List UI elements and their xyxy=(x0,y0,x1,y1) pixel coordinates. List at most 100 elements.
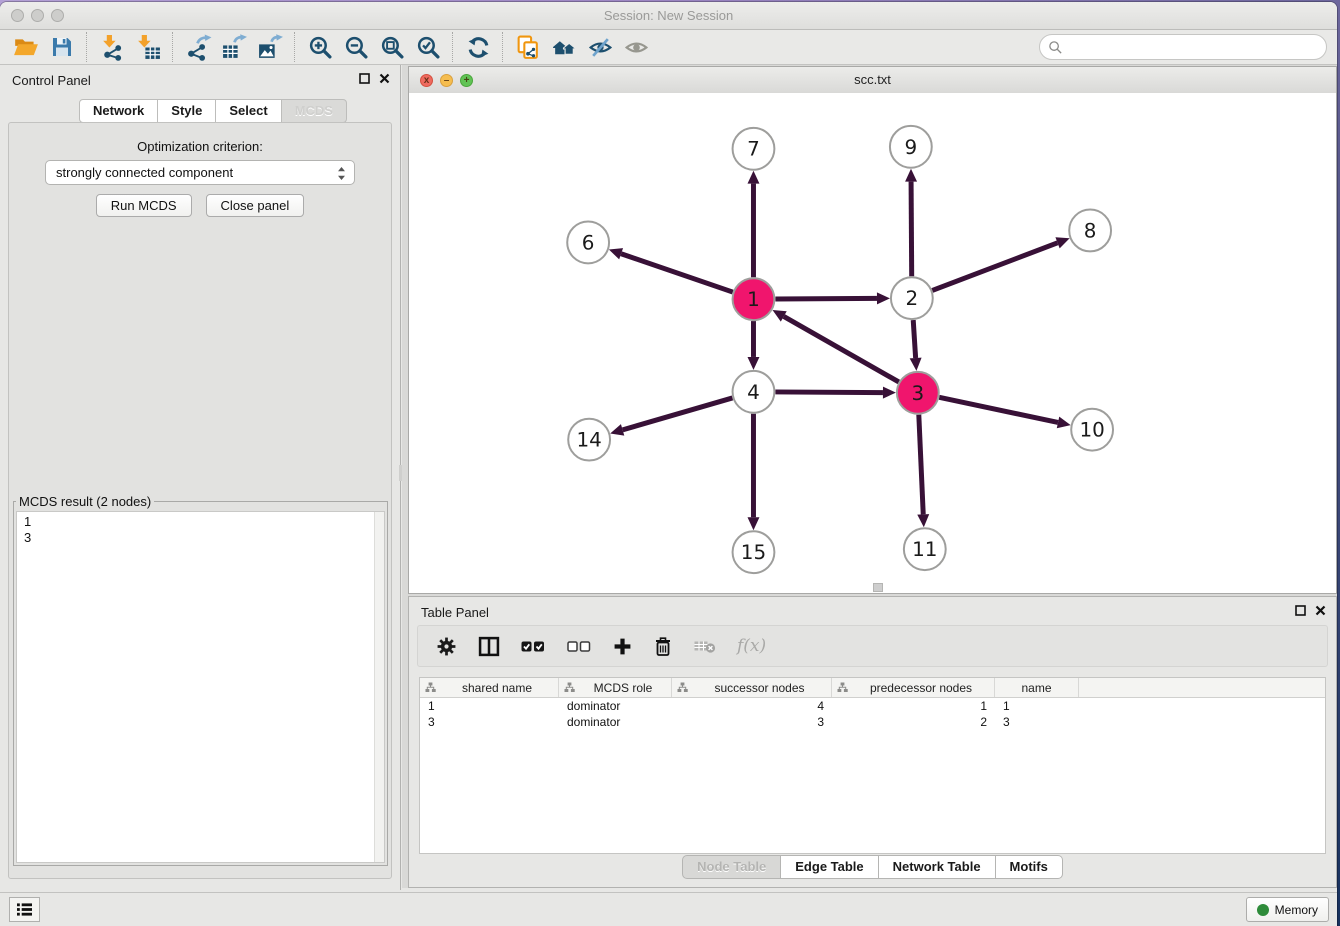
table-cell[interactable]: 4 xyxy=(672,698,832,714)
graph-node-label-4: 4 xyxy=(747,381,760,404)
optimization-criterion-label: Optimization criterion: xyxy=(9,139,391,154)
control-tab-network[interactable]: Network xyxy=(79,99,158,123)
graph-edge-4-3[interactable] xyxy=(775,392,883,393)
node-table-header-row: shared nameMCDS rolesuccessor nodesprede… xyxy=(420,678,1325,698)
splitter-handle[interactable] xyxy=(873,583,883,592)
control-panel: Control Panel NetworkStyleSelectMCDS Opt… xyxy=(0,65,401,890)
show-all-networks-icon[interactable] xyxy=(546,31,582,63)
delete-table-icon[interactable] xyxy=(653,636,673,657)
table-row[interactable]: 1dominator411 xyxy=(420,698,1325,714)
close-panel-button[interactable]: Close panel xyxy=(206,194,305,217)
graph-node-label-15: 15 xyxy=(741,541,766,564)
dropdown-chevrons-icon xyxy=(337,166,346,181)
deselect-all-checks-icon[interactable] xyxy=(567,639,592,654)
table-cell[interactable]: dominator xyxy=(559,698,672,714)
graph-edge-1-2[interactable] xyxy=(775,298,877,299)
table-cell[interactable]: dominator xyxy=(559,714,672,730)
float-table-panel-icon[interactable] xyxy=(1295,605,1306,616)
toolbar-divider xyxy=(294,32,296,62)
table-cell[interactable]: 3 xyxy=(672,714,832,730)
delete-column-icon[interactable] xyxy=(694,638,716,654)
column-settings-gear-icon[interactable] xyxy=(436,636,457,657)
table-cell[interactable]: 1 xyxy=(832,698,995,714)
save-session-icon[interactable] xyxy=(44,31,80,63)
app-window: Session: New Session xyxy=(0,2,1337,926)
graph-edge-3-1[interactable] xyxy=(784,316,899,382)
graph-node-label-11: 11 xyxy=(912,538,937,561)
toolbar-divider xyxy=(86,32,88,62)
column-header-successor-nodes[interactable]: successor nodes xyxy=(672,678,832,697)
select-all-checks-icon[interactable] xyxy=(521,639,546,654)
import-table-icon[interactable] xyxy=(130,31,166,63)
control-tab-select[interactable]: Select xyxy=(216,99,281,123)
apply-layout-icon[interactable] xyxy=(460,31,496,63)
optimization-criterion-select[interactable]: strongly connected component xyxy=(45,160,355,185)
table-panel-header: Table Panel xyxy=(409,597,1336,627)
control-panel-tabs: NetworkStyleSelectMCDS xyxy=(79,99,347,123)
task-history-button[interactable] xyxy=(9,897,40,922)
control-panel-title: Control Panel xyxy=(12,73,91,88)
float-panel-icon[interactable] xyxy=(359,73,370,84)
zoom-out-icon[interactable] xyxy=(338,31,374,63)
network-view-titlebar: x – + scc.txt xyxy=(409,67,1336,94)
attribute-type-icon xyxy=(837,682,848,693)
column-header-predecessor-nodes[interactable]: predecessor nodes xyxy=(832,678,995,697)
export-image-icon[interactable] xyxy=(252,31,288,63)
split-columns-icon[interactable] xyxy=(478,636,500,657)
control-tab-style[interactable]: Style xyxy=(158,99,216,123)
graph-edge-3-11[interactable] xyxy=(919,415,923,515)
export-table-icon[interactable] xyxy=(216,31,252,63)
export-network-icon[interactable] xyxy=(180,31,216,63)
toolbar-divider xyxy=(172,32,174,62)
table-row[interactable]: 3dominator323 xyxy=(420,714,1325,730)
add-column-icon[interactable] xyxy=(613,637,632,656)
close-panel-icon[interactable] xyxy=(379,73,390,84)
hide-graphics-details-icon[interactable] xyxy=(582,31,618,63)
result-scrollbar[interactable] xyxy=(374,512,384,862)
control-panel-header: Control Panel xyxy=(0,65,400,95)
network-canvas[interactable]: 7968124314101511 xyxy=(409,93,1336,593)
memory-button[interactable]: Memory xyxy=(1246,897,1329,922)
graph-node-label-7: 7 xyxy=(747,138,760,161)
control-tab-mcds[interactable]: MCDS xyxy=(282,99,347,123)
app-titlebar: Session: New Session xyxy=(0,2,1337,30)
task-list-icon xyxy=(16,902,33,917)
graph-edge-3-10[interactable] xyxy=(939,397,1058,422)
zoom-selected-icon[interactable] xyxy=(410,31,446,63)
mcds-result-text[interactable]: 1 3 xyxy=(16,511,385,863)
search-icon xyxy=(1048,40,1063,55)
node-table[interactable]: shared nameMCDS rolesuccessor nodesprede… xyxy=(419,677,1326,854)
table-cell[interactable]: 1 xyxy=(995,698,1079,714)
run-mcds-button[interactable]: Run MCDS xyxy=(96,194,192,217)
graph-node-label-3: 3 xyxy=(911,382,924,405)
table-tab-network-table[interactable]: Network Table xyxy=(879,855,996,879)
table-tab-edge-table[interactable]: Edge Table xyxy=(781,855,878,879)
workspace-area: x – + scc.txt 7968124314101511 xyxy=(402,65,1337,888)
graph-edge-2-8[interactable] xyxy=(932,243,1057,291)
table-cell[interactable]: 2 xyxy=(832,714,995,730)
graph-edge-2-3[interactable] xyxy=(913,320,915,358)
import-network-icon[interactable] xyxy=(94,31,130,63)
graph-edge-4-14[interactable] xyxy=(623,398,733,430)
zoom-fit-icon[interactable] xyxy=(374,31,410,63)
search-input[interactable] xyxy=(1063,36,1326,58)
table-panel-title: Table Panel xyxy=(421,605,489,620)
table-tab-node-table[interactable]: Node Table xyxy=(682,855,781,879)
search-box[interactable] xyxy=(1039,34,1327,60)
column-header-shared-name[interactable]: shared name xyxy=(420,678,559,697)
graph-edge-2-9[interactable] xyxy=(911,182,912,277)
graph-edge-1-6[interactable] xyxy=(621,254,733,292)
duplicate-network-icon[interactable] xyxy=(510,31,546,63)
close-table-panel-icon[interactable] xyxy=(1315,605,1326,616)
zoom-in-icon[interactable] xyxy=(302,31,338,63)
open-session-icon[interactable] xyxy=(8,31,44,63)
table-cell[interactable]: 3 xyxy=(995,714,1079,730)
column-header-MCDS-role[interactable]: MCDS role xyxy=(559,678,672,697)
show-graphics-details-icon[interactable] xyxy=(618,31,654,63)
graph-node-label-2: 2 xyxy=(906,287,919,310)
column-header-name[interactable]: name xyxy=(995,678,1079,697)
table-cell[interactable]: 1 xyxy=(420,698,559,714)
graph-node-label-6: 6 xyxy=(582,231,595,254)
table-cell[interactable]: 3 xyxy=(420,714,559,730)
table-tab-motifs[interactable]: Motifs xyxy=(996,855,1063,879)
